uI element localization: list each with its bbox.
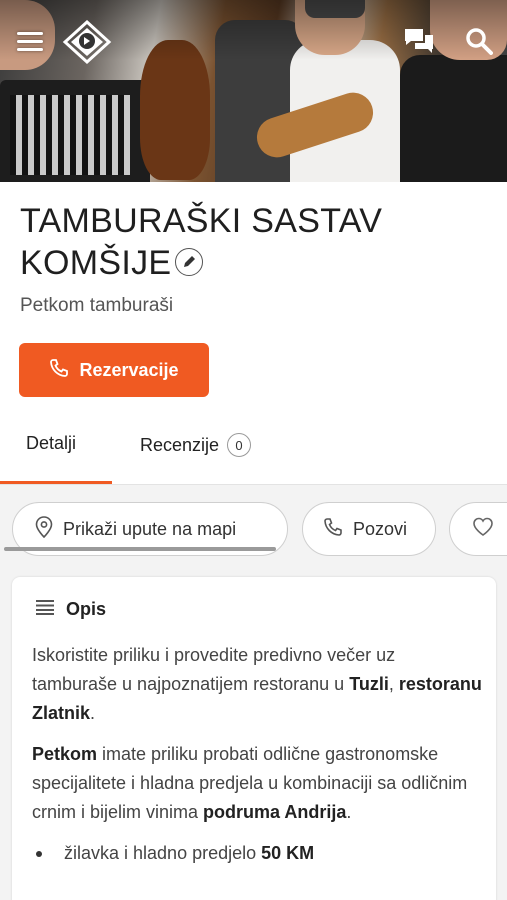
list-lines-icon xyxy=(36,599,54,620)
show-directions-label: Prikaži upute na mapi xyxy=(63,518,237,539)
listing-subtitle: Petkom tamburaši xyxy=(20,295,174,316)
description-text: Iskoristite priliku i provedite predivno… xyxy=(32,641,482,868)
description-card: Opis Iskoristite priliku i provedite pre… xyxy=(12,577,496,900)
reservation-button-label: Rezervacije xyxy=(79,359,179,380)
title-line-1: TAMBURAŠKI SASTAV xyxy=(20,202,383,240)
favorite-button[interactable] xyxy=(449,502,507,556)
description-paragraph-2: Petkom imate priliku probati odlične gas… xyxy=(32,744,468,822)
phone-icon xyxy=(49,358,69,383)
list-item: žilavka i hladno predjelo 50 KM xyxy=(32,839,482,868)
phone-icon xyxy=(323,517,343,542)
call-label: Pozovi xyxy=(353,518,408,539)
heart-icon xyxy=(472,517,494,542)
tab-reviews-label: Recenzije xyxy=(140,434,220,455)
hamburger-menu-icon[interactable] xyxy=(14,28,48,56)
diamond-logo-icon[interactable] xyxy=(62,20,112,64)
tab-bar: Detalji Recenzije 0 xyxy=(0,415,507,485)
reservation-button[interactable]: Rezervacije xyxy=(19,343,209,397)
reviews-count-badge: 0 xyxy=(227,433,252,457)
edit-pencil-icon[interactable] xyxy=(175,248,204,277)
map-pin-icon xyxy=(35,515,53,543)
description-header: Opis xyxy=(36,599,106,620)
description-heading: Opis xyxy=(66,599,107,619)
page-title: TAMBURAŠKI SASTAV KOMŠIJE xyxy=(20,200,490,284)
chat-bubbles-icon[interactable] xyxy=(400,24,438,58)
search-icon[interactable] xyxy=(460,22,498,60)
description-paragraph-1: Iskoristite priliku i provedite predivno… xyxy=(32,645,482,723)
call-button[interactable]: Pozovi xyxy=(302,502,436,556)
title-line-2: KOMŠIJE xyxy=(20,244,172,282)
tab-details[interactable]: Detalji xyxy=(26,433,76,454)
tab-reviews[interactable]: Recenzije 0 xyxy=(140,433,252,457)
horizontal-scrollbar[interactable] xyxy=(4,547,276,551)
